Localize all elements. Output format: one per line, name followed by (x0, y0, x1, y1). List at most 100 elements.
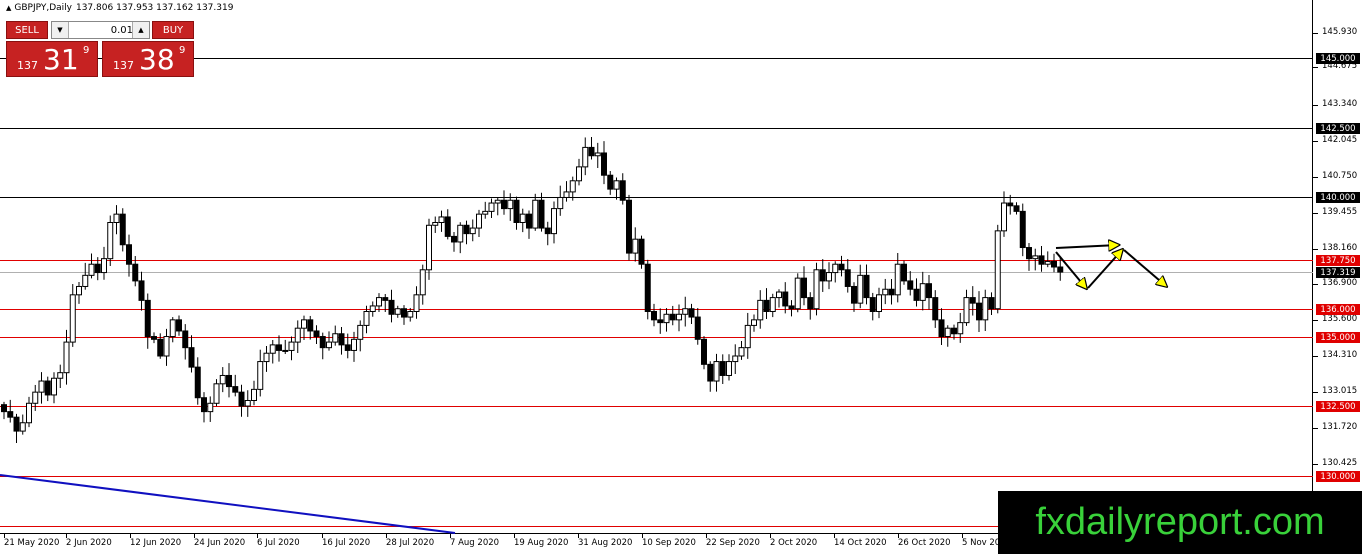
sell-button[interactable]: SELL (6, 21, 48, 39)
candle-body (607, 174, 614, 190)
candle-body (476, 213, 482, 229)
price-tick (1313, 141, 1318, 142)
candle-body (944, 327, 951, 338)
candle-body (263, 352, 270, 363)
candle-body (594, 152, 601, 157)
candle-body (51, 377, 57, 396)
candle-body (132, 263, 139, 282)
candle-body (207, 402, 214, 413)
price-tick (1313, 33, 1318, 34)
candle-body (82, 274, 89, 287)
candle-body (269, 344, 276, 354)
candle-body (419, 269, 426, 296)
candle-body (107, 222, 114, 260)
sell-price-pips: 31 (43, 43, 79, 76)
candle-body (351, 338, 357, 351)
candle-body (413, 294, 420, 312)
price-tick (1313, 284, 1318, 285)
candle-body (926, 283, 932, 299)
candle-body (988, 297, 995, 310)
candle-body (38, 380, 45, 393)
current-price-tag: 137.319 (1316, 267, 1360, 278)
price-tick (1313, 249, 1318, 250)
level-price-tag: 136.000 (1316, 304, 1360, 315)
candle-body (969, 297, 976, 304)
candle-body (1, 404, 7, 413)
candle-body (844, 269, 851, 287)
level-price-tag: 145.000 (1316, 53, 1360, 64)
candle-body (882, 288, 889, 296)
candle-body (32, 391, 39, 404)
candle-body (369, 305, 376, 312)
chart-title: ▲ GBPJPY,Daily 137.806 137.953 137.162 137… (6, 3, 233, 13)
price-chart[interactable] (0, 0, 1313, 534)
candle-body (619, 180, 626, 201)
candle-body (182, 330, 189, 349)
candle-body (901, 263, 907, 282)
lot-size-input[interactable] (69, 23, 135, 37)
candle-body (463, 224, 470, 235)
sell-price-box[interactable]: 137 31 9 (6, 41, 98, 77)
buy-price-box[interactable]: 137 38 9 (102, 41, 194, 77)
candle-body (276, 344, 282, 351)
level-price-tag: 140.000 (1316, 192, 1360, 203)
candle-body (188, 347, 195, 368)
candle-body (169, 319, 176, 338)
ohlc-values: 137.806 137.953 137.162 137.319 (75, 3, 234, 13)
candle-body (1057, 266, 1064, 273)
price-axis-label: 138.160 (1322, 243, 1358, 253)
candle-body (644, 263, 651, 312)
price-axis-label: 134.310 (1322, 350, 1358, 360)
candle-body (319, 336, 326, 349)
candle-body (126, 244, 132, 265)
price-tick (1313, 464, 1318, 465)
candle-body (876, 294, 882, 312)
candle-body (332, 333, 339, 343)
candle-body (751, 319, 757, 326)
candle-body (957, 322, 964, 335)
candle-body (301, 319, 307, 329)
candle-body (163, 336, 170, 357)
candle-body (657, 319, 664, 324)
candle-body (869, 297, 876, 312)
sell-price-fraction: 9 (83, 45, 90, 56)
buy-button[interactable]: BUY (152, 21, 194, 39)
candle-body (394, 308, 401, 315)
candle-body (838, 263, 845, 271)
candle-body (994, 230, 1001, 310)
candle-body (157, 338, 164, 357)
chart-area[interactable] (0, 0, 1313, 534)
candle-body (701, 338, 707, 365)
price-tick (1313, 320, 1318, 321)
candle-body (144, 299, 151, 338)
level-price-tag: 135.000 (1316, 332, 1360, 343)
candle-body (832, 263, 839, 274)
candle-body (151, 336, 157, 340)
symbol-label: GBPJPY,Daily (14, 3, 72, 13)
lot-decrease-icon[interactable]: ▼ (52, 22, 69, 38)
lot-size-control[interactable]: ▼ ▲ (51, 21, 150, 39)
level-price-tag: 142.500 (1316, 123, 1360, 134)
lot-increase-icon[interactable]: ▲ (132, 22, 149, 38)
price-axis-label: 145.930 (1322, 27, 1358, 37)
candle-body (632, 238, 639, 254)
candle-body (682, 308, 689, 315)
candle-body (707, 363, 714, 382)
date-axis-label: 28 Jul 2020 (386, 538, 435, 548)
buy-price-fraction: 9 (179, 45, 186, 56)
price-axis-label: 130.425 (1322, 458, 1358, 468)
projection-arrow (1055, 245, 1118, 248)
candle-body (569, 180, 576, 193)
date-axis-label: 19 Aug 2020 (514, 538, 569, 548)
trendline[interactable] (0, 474, 456, 534)
candle-body (688, 308, 695, 318)
candle-body (938, 319, 945, 338)
candle-body (651, 311, 657, 321)
candle-body (788, 305, 795, 310)
candle-body (57, 372, 64, 379)
price-tick (1313, 428, 1318, 429)
candle-body (907, 280, 914, 290)
candle-body (326, 341, 332, 349)
price-axis-label: 143.340 (1322, 99, 1358, 109)
candle-body (219, 374, 226, 385)
